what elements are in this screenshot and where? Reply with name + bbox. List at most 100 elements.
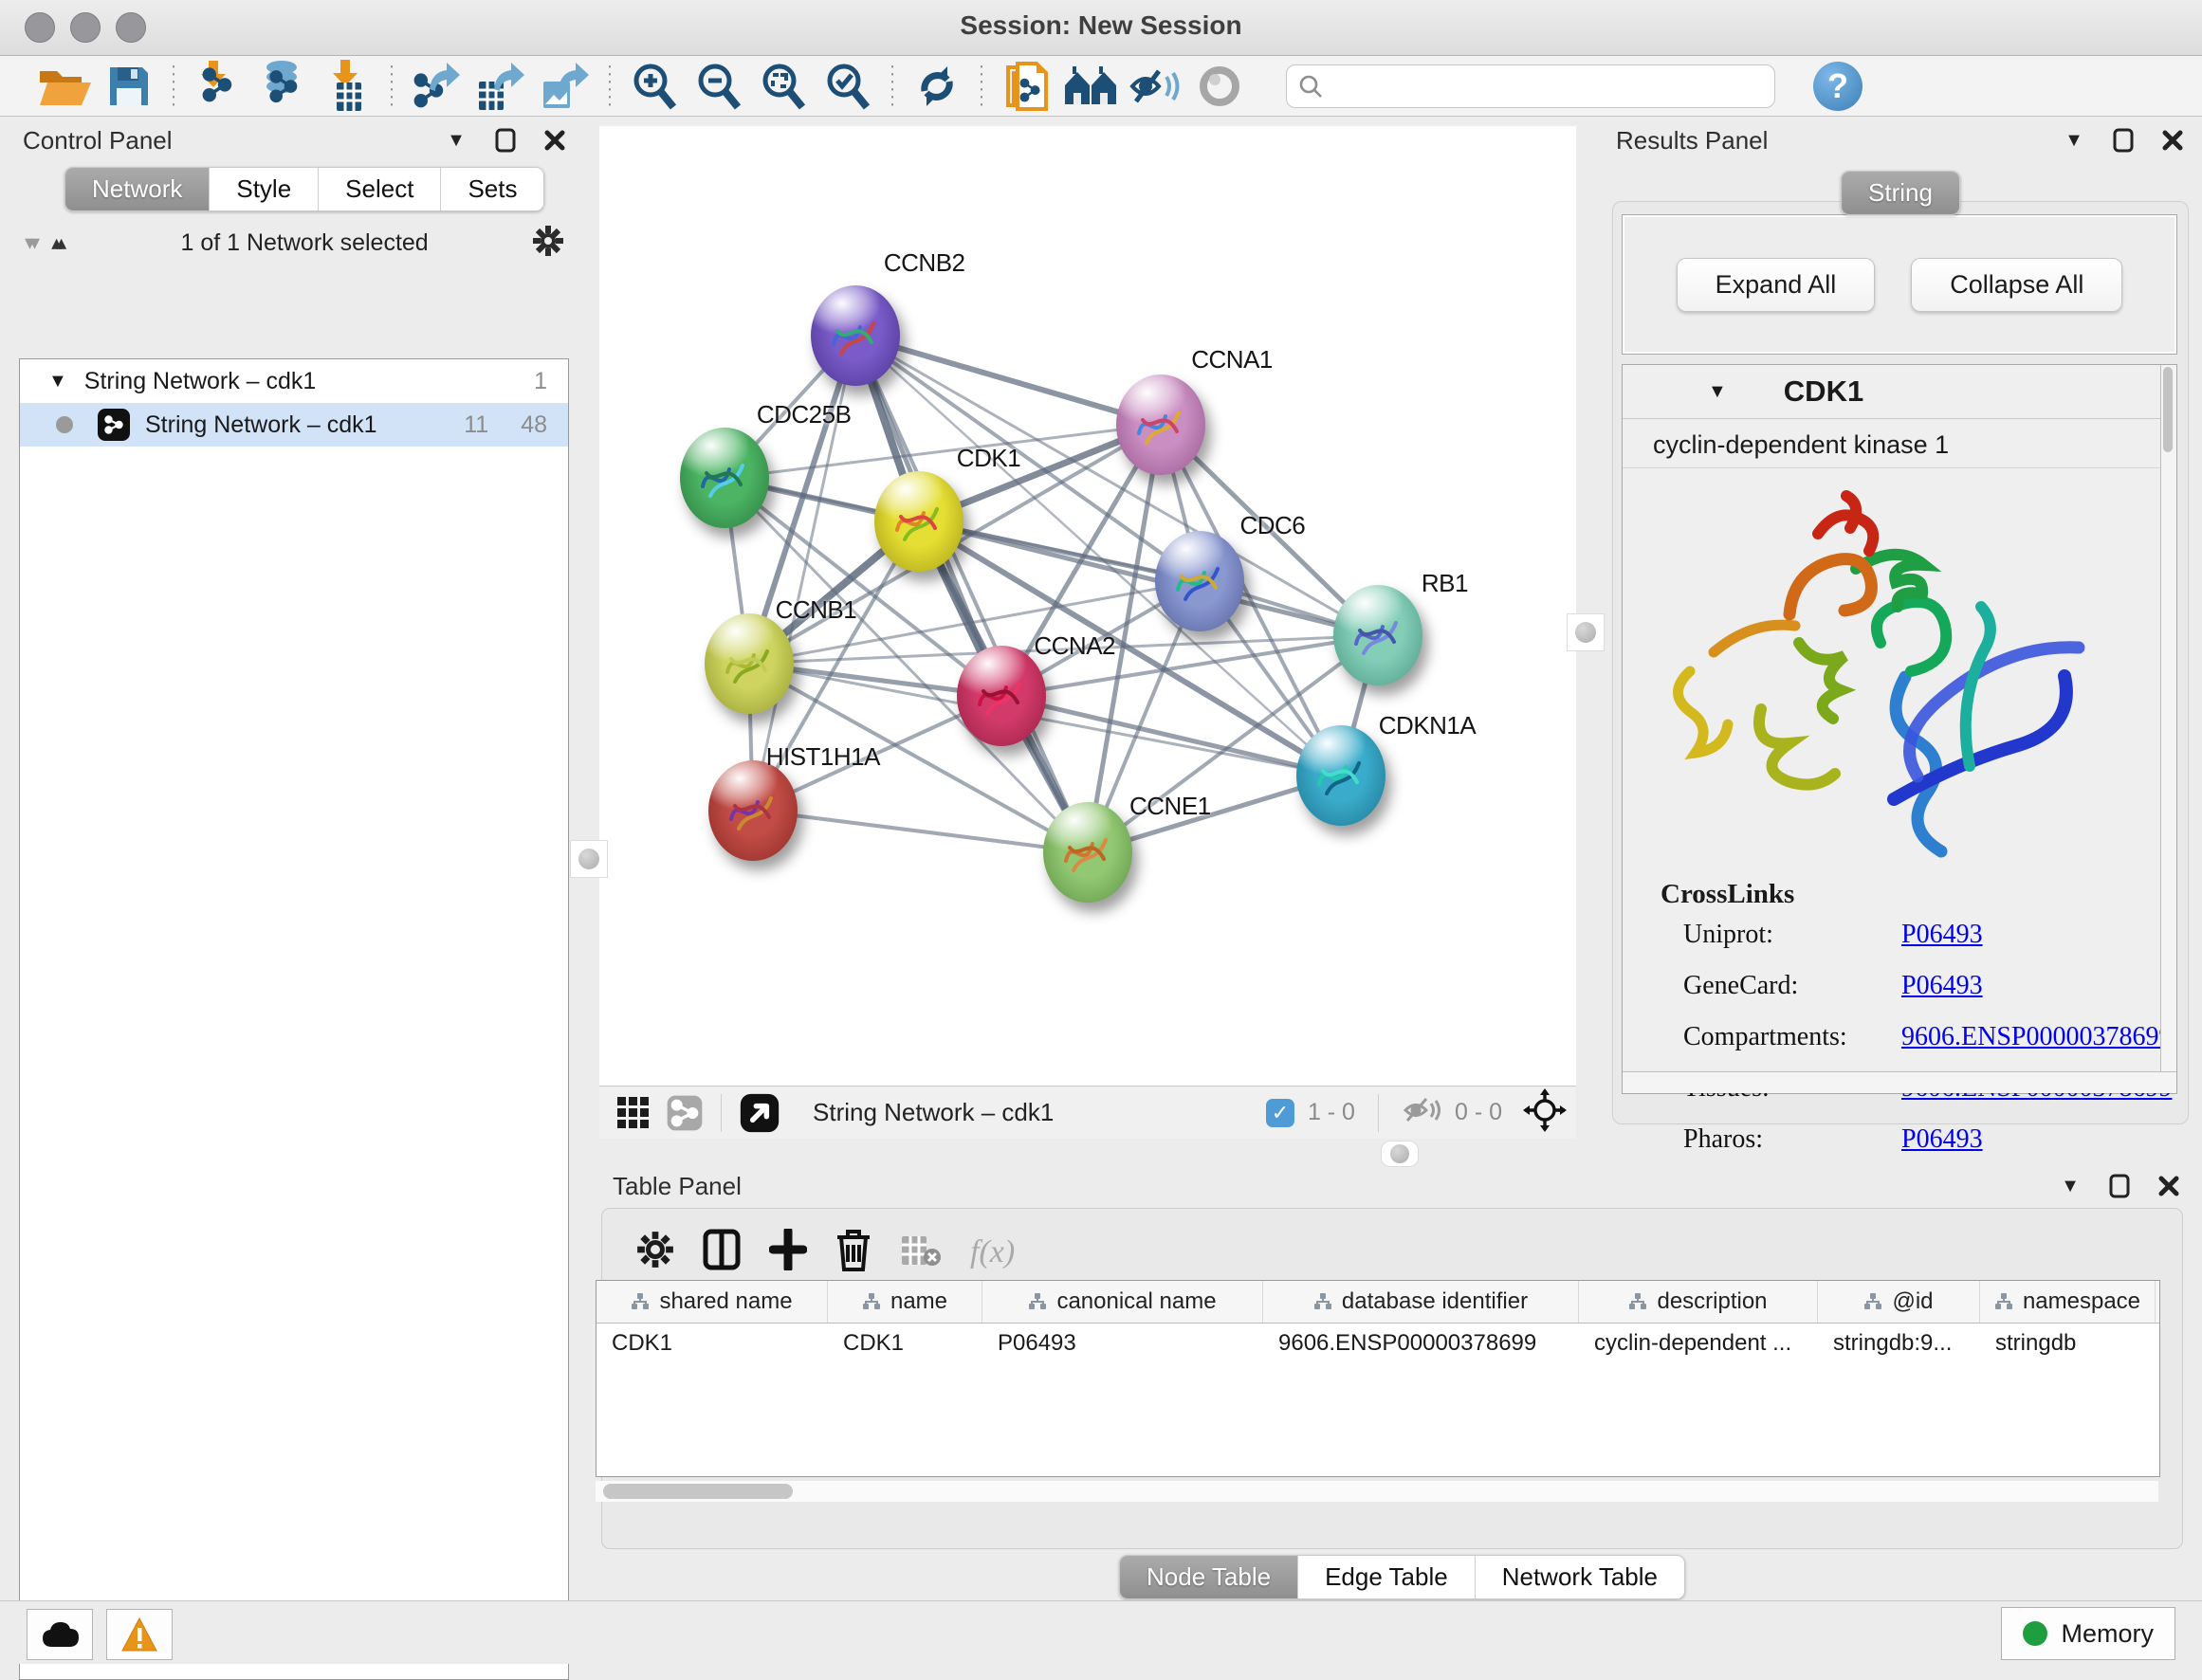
close-panel-icon[interactable]: [2160, 128, 2185, 153]
export-network-icon[interactable]: [407, 61, 466, 112]
network-node-cdk1[interactable]: [874, 471, 963, 572]
tab-node-table[interactable]: Node Table: [1120, 1556, 1298, 1598]
zoom-fit-icon[interactable]: [754, 61, 813, 112]
float-panel-icon[interactable]: [2107, 1174, 2132, 1198]
network-node-hist1h1a[interactable]: [708, 760, 798, 861]
crosslink-link[interactable]: P06493: [1901, 920, 1983, 950]
help-button[interactable]: ?: [1813, 62, 1863, 111]
float-panel-icon[interactable]: [493, 128, 518, 153]
network-node-ccne1[interactable]: [1043, 802, 1132, 903]
table-horizontal-scrollbar[interactable]: [596, 1481, 2158, 1502]
table-cell[interactable]: 9606.ENSP00000378699: [1263, 1330, 1579, 1357]
column-header-name[interactable]: name: [828, 1281, 982, 1323]
network-node-cdkn1a[interactable]: [1296, 725, 1385, 826]
hidden-elements-eye-icon[interactable]: [1402, 1094, 1441, 1131]
table-cell[interactable]: CDK1: [828, 1330, 982, 1357]
bottom-splitter-handle[interactable]: [1381, 1141, 1419, 1167]
results-vertical-scrollbar[interactable]: [2160, 365, 2176, 1072]
column-header-shared-name[interactable]: shared name: [596, 1281, 828, 1323]
window-title: Session: New Session: [0, 10, 2202, 41]
float-panel-icon[interactable]: [2111, 128, 2136, 153]
import-network-from-database-icon[interactable]: [253, 61, 312, 112]
hide-eye-icon[interactable]: [1126, 61, 1184, 112]
results-horizontal-scrollbar[interactable]: [1623, 1071, 2176, 1093]
table-function-builder-icon[interactable]: f(x): [970, 1234, 1015, 1270]
export-table-icon[interactable]: [471, 61, 530, 112]
table-add-column-icon[interactable]: [769, 1229, 807, 1275]
collection-disclosure-icon[interactable]: ▼: [48, 371, 67, 393]
zoom-out-icon[interactable]: [689, 61, 748, 112]
memory-button[interactable]: Memory: [2001, 1607, 2175, 1660]
network-row[interactable]: String Network – cdk1 11 48: [20, 403, 568, 447]
export-image-icon[interactable]: [536, 61, 595, 112]
table-cell[interactable]: CDK1: [596, 1330, 828, 1357]
collapse-all-networks-icon[interactable]: ▾▾: [25, 230, 34, 255]
close-panel-icon[interactable]: [542, 128, 567, 153]
column-header-description[interactable]: description: [1579, 1281, 1818, 1323]
import-network-from-file-icon[interactable]: [189, 61, 248, 112]
crosslink-link[interactable]: P06493: [1901, 971, 1983, 1001]
crosslink-link[interactable]: P06493: [1901, 1124, 1983, 1155]
column-header-database-identifier[interactable]: database identifier: [1263, 1281, 1579, 1323]
network-node-rb1[interactable]: [1333, 585, 1422, 685]
column-header-namespace[interactable]: namespace: [1980, 1281, 2156, 1323]
cloud-status-button[interactable]: [27, 1609, 93, 1660]
zoom-in-icon[interactable]: [625, 61, 684, 112]
expand-all-networks-icon[interactable]: ▴▴: [51, 230, 61, 255]
table-cell[interactable]: P06493: [982, 1330, 1263, 1357]
right-splitter-handle[interactable]: [1567, 613, 1605, 651]
refresh-view-icon[interactable]: [908, 61, 966, 112]
network-node-ccnb2[interactable]: [811, 285, 900, 386]
network-node-ccna1[interactable]: [1116, 374, 1205, 475]
table-cell[interactable]: stringdb:9...: [1818, 1330, 1980, 1357]
application-window: Session: New Session ? Control Panel ▼ N…: [0, 0, 2202, 1663]
import-table-from-file-icon[interactable]: [318, 61, 376, 112]
table-options-gear-icon[interactable]: [636, 1231, 674, 1273]
collapse-all-button[interactable]: Collapse All: [1911, 258, 2122, 312]
column-header-canonical-name[interactable]: canonical name: [982, 1281, 1263, 1323]
tab-select[interactable]: Select: [319, 168, 441, 210]
results-tab-string[interactable]: String: [1842, 172, 1959, 214]
tab-style[interactable]: Style: [210, 168, 319, 210]
table-cell[interactable]: stringdb: [1980, 1330, 2156, 1357]
table-delete-column-icon[interactable]: [835, 1228, 872, 1276]
tab-network[interactable]: Network: [65, 168, 210, 210]
expand-all-button[interactable]: Expand All: [1677, 258, 1876, 312]
network-view-canvas[interactable]: CCNB2 CCNA1 CDC25B CDK1 CDC6 RB1: [599, 126, 1576, 1086]
fit-selected-crosshair-icon[interactable]: [1523, 1088, 1567, 1137]
selected-nodes-checkbox-icon[interactable]: ✓: [1266, 1099, 1294, 1127]
share-network-document-icon[interactable]: [997, 61, 1055, 112]
network-list-options-gear-icon[interactable]: [531, 224, 565, 263]
network-node-cdc25b[interactable]: [680, 428, 769, 528]
crosslink-link[interactable]: 9606.ENSP00000378699: [1901, 1022, 2172, 1052]
collapse-panel-icon[interactable]: ▼: [444, 128, 468, 153]
grid-view-icon[interactable]: [616, 1096, 651, 1130]
home-houses-icon[interactable]: [1061, 61, 1120, 112]
network-node-ccnb1[interactable]: [705, 613, 794, 714]
collapse-panel-icon[interactable]: ▼: [2058, 1174, 2083, 1198]
collapse-panel-icon[interactable]: ▼: [2062, 128, 2086, 153]
network-collection-row[interactable]: ▼ String Network – cdk1 1: [20, 359, 568, 403]
column-header--id[interactable]: @id: [1818, 1281, 1980, 1323]
search-input[interactable]: [1323, 70, 1763, 101]
save-session-icon[interactable]: [100, 61, 158, 112]
tab-network-table[interactable]: Network Table: [1476, 1556, 1684, 1598]
zoom-selected-icon[interactable]: [818, 61, 877, 112]
left-splitter-handle[interactable]: [570, 840, 608, 878]
protein-ribbon-thumbnail: [1131, 395, 1188, 454]
network-node-ccna2[interactable]: [957, 646, 1046, 746]
table-cell[interactable]: cyclin-dependent ...: [1579, 1330, 1818, 1357]
search-box[interactable]: [1286, 64, 1775, 108]
close-panel-icon[interactable]: [2156, 1174, 2181, 1198]
warning-status-button[interactable]: [106, 1609, 173, 1660]
open-session-icon[interactable]: [35, 61, 94, 112]
tab-edge-table[interactable]: Edge Table: [1298, 1556, 1476, 1598]
share-view-icon[interactable]: [666, 1094, 704, 1132]
entry-disclosure-icon[interactable]: ▼: [1708, 381, 1727, 403]
birds-eye-view-icon[interactable]: [739, 1092, 780, 1134]
show-eye-icon[interactable]: [1190, 61, 1249, 112]
table-row[interactable]: CDK1CDK1P064939606.ENSP00000378699cyclin…: [596, 1324, 2159, 1363]
network-node-cdc6[interactable]: [1155, 531, 1244, 631]
tab-sets[interactable]: Sets: [441, 168, 543, 210]
table-show-columns-icon[interactable]: [703, 1229, 741, 1275]
